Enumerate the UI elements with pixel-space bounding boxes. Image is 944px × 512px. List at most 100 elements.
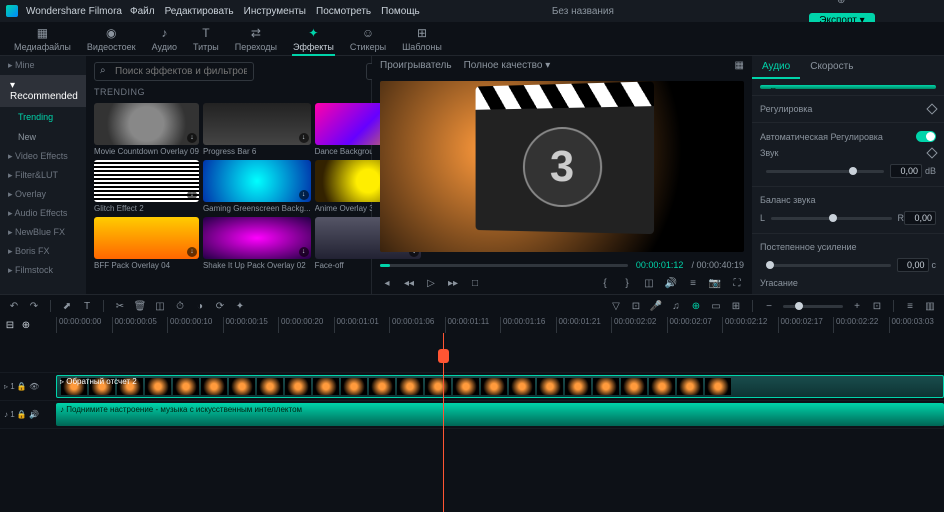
player-label: Проигрыватель bbox=[380, 60, 452, 71]
balance-slider[interactable] bbox=[771, 217, 891, 220]
tab-стикеры[interactable]: ☺Стикеры bbox=[344, 22, 392, 55]
stop-icon[interactable]: □ bbox=[468, 276, 482, 290]
forward-icon[interactable]: ▸▸ bbox=[446, 276, 460, 290]
menu-редактировать[interactable]: Редактировать bbox=[165, 6, 234, 17]
menu-посмотреть[interactable]: Посмотреть bbox=[316, 6, 371, 17]
tab-аудио[interactable]: ♪Аудио bbox=[146, 22, 183, 55]
settings-icon[interactable]: ≡ bbox=[686, 276, 700, 290]
cat-filter-lut[interactable]: ▸ Filter&LUT bbox=[0, 166, 86, 185]
effect-thumb[interactable]: ↓Glitch Effect 2 bbox=[94, 160, 199, 213]
time-current: 00:00:01:12 bbox=[636, 260, 684, 270]
tl-link-icon[interactable]: ⊕ bbox=[690, 300, 702, 312]
effect-thumb[interactable]: ↓Progress Bar 6 bbox=[203, 103, 311, 156]
ruler-tick: 00:00:00:20 bbox=[278, 317, 334, 333]
quality-dropdown[interactable]: Полное качество ▾ bbox=[464, 60, 551, 71]
app-logo bbox=[6, 5, 18, 17]
zoom-fit-icon[interactable]: ⊡ bbox=[871, 300, 883, 312]
delete-icon[interactable]: 🗑 bbox=[134, 300, 146, 312]
audio-track-head[interactable]: ♪ 1 🔒 🔊 bbox=[0, 401, 56, 429]
tab-титры[interactable]: TТитры bbox=[187, 22, 225, 55]
crop-tool-icon[interactable]: ◫ bbox=[154, 300, 166, 312]
track-add-icon[interactable]: ⊕ bbox=[20, 319, 32, 331]
crop-icon[interactable]: ◫ bbox=[642, 276, 656, 290]
cat-mine[interactable]: Mine bbox=[15, 60, 35, 70]
color-icon[interactable]: ◑ bbox=[194, 300, 206, 312]
share-icon[interactable]: ⊕ bbox=[837, 0, 847, 5]
zoom-out-icon[interactable]: − bbox=[763, 300, 775, 312]
tl-panel-icon[interactable]: ▥ bbox=[924, 300, 936, 312]
effect-thumb[interactable]: ↓BFF Pack Overlay 04 bbox=[94, 217, 199, 270]
volume-icon[interactable]: 🔊 bbox=[664, 276, 678, 290]
cat-boris-fx[interactable]: ▸ Boris FX bbox=[0, 242, 86, 261]
tl-marker-icon[interactable]: ▽ bbox=[610, 300, 622, 312]
tl-settings-icon[interactable]: ≡ bbox=[904, 300, 916, 312]
tl-mic-icon[interactable]: 🎤 bbox=[650, 300, 662, 312]
prev-frame-icon[interactable]: ◂ bbox=[380, 276, 394, 290]
sound-label: Звук bbox=[760, 148, 778, 158]
pointer-icon[interactable]: ⬈ bbox=[61, 300, 73, 312]
effect-thumb[interactable]: ↓Gaming Greenscreen Backg... bbox=[203, 160, 311, 213]
tab-audio[interactable]: Аудио bbox=[752, 56, 800, 79]
search-input[interactable] bbox=[94, 62, 254, 81]
cut-icon[interactable]: ✂ bbox=[114, 300, 126, 312]
fadein-slider[interactable] bbox=[766, 264, 891, 267]
rewind-icon[interactable]: ◂◂ bbox=[402, 276, 416, 290]
undo-icon[interactable]: ↶ bbox=[8, 300, 20, 312]
cat-audio-effects[interactable]: ▸ Audio Effects bbox=[0, 204, 86, 223]
cat-video-effects[interactable]: ▸ Video Effects bbox=[0, 147, 86, 166]
effect-thumb[interactable]: ↓Movie Countdown Overlay 09 bbox=[94, 103, 199, 156]
auto-adjust-toggle[interactable] bbox=[916, 131, 936, 142]
effect-thumb[interactable]: ↓Shake It Up Pack Overlay 02 bbox=[203, 217, 311, 270]
tab-эффекты[interactable]: ✦Эффекты bbox=[287, 22, 340, 55]
tab-видеостоек[interactable]: ◉Видеостоек bbox=[81, 22, 142, 55]
cat-newblue-fx[interactable]: ▸ NewBlue FX bbox=[0, 223, 86, 242]
track-collapse-icon[interactable]: ⊟ bbox=[4, 319, 16, 331]
ruler-tick: 00:00:00:15 bbox=[223, 317, 279, 333]
tl-add-icon[interactable]: ⊡ bbox=[630, 300, 642, 312]
audio-clip-timeline[interactable]: ♪ Поднимите настроение - музыка с искусс… bbox=[56, 403, 944, 426]
camera-icon[interactable]: 📷 bbox=[708, 276, 722, 290]
redo-icon[interactable]: ↷ bbox=[28, 300, 40, 312]
key-icon[interactable]: ✦ bbox=[234, 300, 246, 312]
video-track-head[interactable]: ▹ 1 🔒 👁 bbox=[0, 373, 56, 401]
balance-value[interactable]: 0,00 bbox=[904, 211, 936, 225]
balance-label: Баланс звука bbox=[760, 195, 816, 205]
menu-инструменты[interactable]: Инструменты bbox=[244, 6, 306, 17]
tab-шаблоны[interactable]: ⊞Шаблоны bbox=[396, 22, 448, 55]
text-icon[interactable]: T bbox=[81, 300, 93, 312]
menu-помощь[interactable]: Помощь bbox=[381, 6, 420, 17]
sound-slider[interactable] bbox=[766, 170, 884, 173]
sound-keyframe-icon[interactable] bbox=[926, 147, 937, 158]
cat-new[interactable]: New bbox=[0, 127, 86, 147]
cat-filmstock[interactable]: ▸ Filmstock bbox=[0, 261, 86, 280]
mark-in-icon[interactable]: { bbox=[598, 276, 612, 290]
cat-overlay[interactable]: ▸ Overlay bbox=[0, 185, 86, 204]
playhead[interactable] bbox=[443, 333, 444, 512]
zoom-in-icon[interactable]: + bbox=[851, 300, 863, 312]
ruler-tick: 00:00:02:22 bbox=[833, 317, 889, 333]
video-clip[interactable]: ▹ Обратный отсчет 2 bbox=[56, 375, 944, 398]
adjust-header[interactable]: Регулировка bbox=[760, 104, 812, 114]
sound-value[interactable]: 0,00 bbox=[890, 164, 922, 178]
tl-ratio-icon[interactable]: ▭ bbox=[710, 300, 722, 312]
scrub-bar[interactable] bbox=[380, 264, 628, 267]
tab-переходы[interactable]: ⇄Переходы bbox=[229, 22, 283, 55]
fadein-value[interactable]: 0,00 bbox=[897, 258, 929, 272]
ruler-tick: 00:00:01:06 bbox=[389, 317, 445, 333]
keyframe-icon[interactable] bbox=[926, 103, 937, 114]
mark-out-icon[interactable]: } bbox=[620, 276, 634, 290]
ruler-tick: 00:00:02:17 bbox=[778, 317, 834, 333]
tab-медиафайлы[interactable]: ▦Медиафайлы bbox=[8, 22, 77, 55]
snapshot-icon[interactable]: ▦ bbox=[735, 60, 744, 71]
tl-render-icon[interactable]: ⊞ bbox=[730, 300, 742, 312]
cat-trending[interactable]: Trending bbox=[0, 107, 86, 127]
zoom-slider[interactable] bbox=[783, 305, 843, 308]
speed-icon[interactable]: ⏱ bbox=[174, 300, 186, 312]
refresh-icon[interactable]: ⟳ bbox=[214, 300, 226, 312]
cat-recommended[interactable]: ▾ Recommended bbox=[0, 75, 86, 107]
play-icon[interactable]: ▷ bbox=[424, 276, 438, 290]
tl-mixer-icon[interactable]: ♫ bbox=[670, 300, 682, 312]
menu-файл[interactable]: Файл bbox=[130, 6, 155, 17]
fullscreen-icon[interactable]: ⛶ bbox=[730, 276, 744, 290]
tab-speed[interactable]: Скорость bbox=[800, 56, 863, 79]
